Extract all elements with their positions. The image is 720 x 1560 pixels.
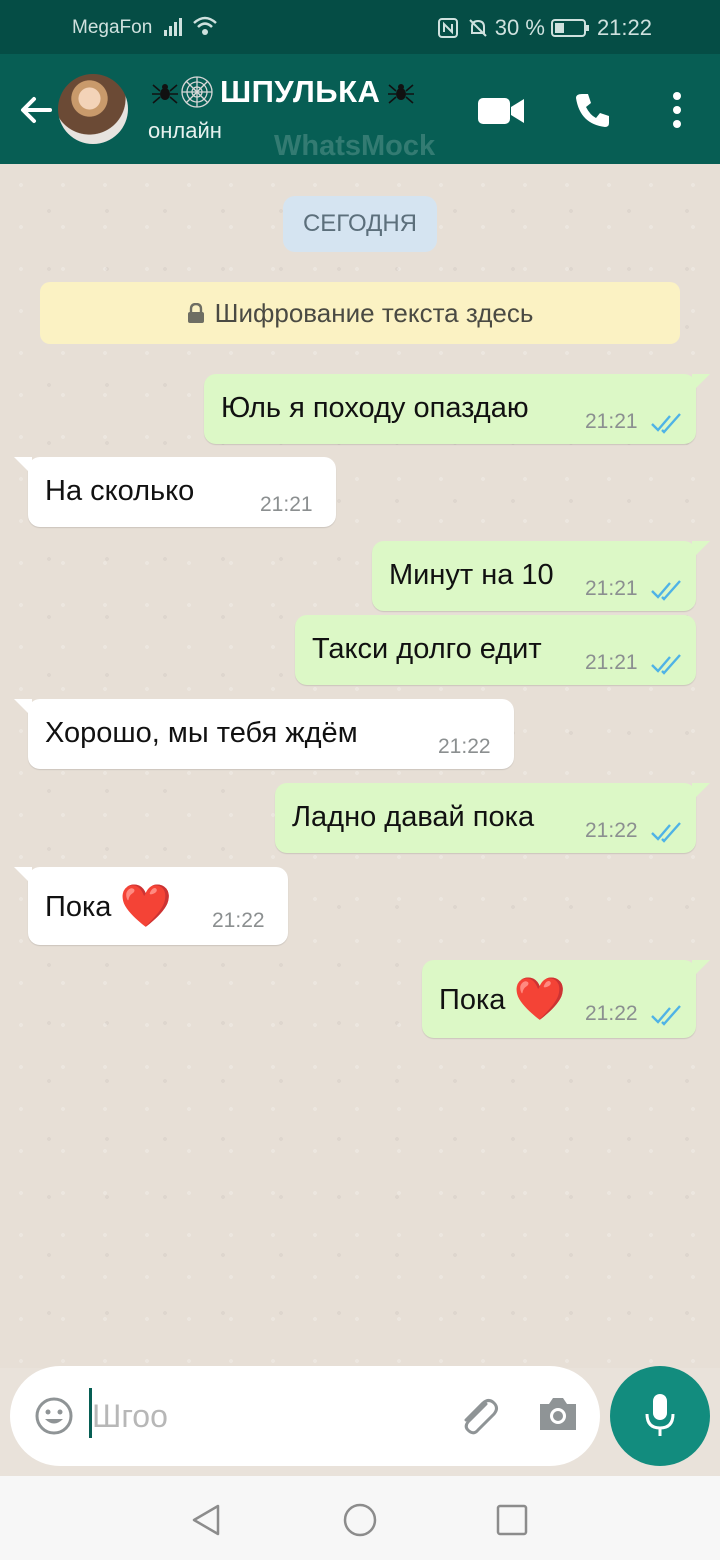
watermark: WhatsMock (274, 130, 436, 162)
carrier-label: MegaFon (72, 17, 153, 38)
spiderweb-icon (181, 76, 213, 108)
message-text: Пока ❤️ (439, 978, 566, 1020)
signal-icon (164, 18, 182, 36)
spider-icon (152, 84, 178, 104)
double-check-icon (651, 1005, 681, 1026)
message-bubble-incoming[interactable]: Пока ❤️ 21:22 (14, 867, 288, 945)
message-bubble-outgoing[interactable]: Пока ❤️ 21:22 (422, 960, 710, 1038)
mute-bell-icon (469, 19, 487, 37)
message-text: Минут на 10 (389, 559, 554, 591)
message-text: Пока ❤️ (45, 885, 172, 927)
message-time: 21:22 (212, 909, 265, 932)
message-text-word: Пока (439, 984, 506, 1016)
more-vert-icon[interactable] (665, 90, 689, 130)
system-nav-bar (0, 1476, 720, 1560)
battery-percent: 30 % (494, 15, 545, 40)
nfc-icon (437, 18, 458, 38)
encryption-notice[interactable]: Шифрование текста здесь (40, 282, 680, 344)
message-bubble-outgoing[interactable]: Минут на 10 21:21 (372, 541, 710, 611)
video-call-icon[interactable] (476, 90, 526, 130)
nav-back-icon[interactable] (186, 1500, 226, 1540)
message-bubble-incoming[interactable]: На сколько 21:21 (14, 457, 336, 527)
contact-status: онлайн (148, 118, 222, 143)
mic-icon (645, 1394, 675, 1436)
status-right: 30 % 21:22 (437, 15, 652, 41)
double-check-icon (651, 654, 681, 675)
message-time: 21:21 (585, 577, 638, 600)
message-text: Ладно давай пока (292, 801, 535, 833)
encryption-text: Шифрование текста здесь (214, 297, 534, 328)
date-chip: СЕГОДНЯ (283, 196, 437, 252)
status-bar: MegaFon 30 % 21:22 (0, 0, 720, 54)
emoji-icon[interactable] (34, 1396, 74, 1436)
battery-icon (550, 19, 589, 37)
message-bubble-outgoing[interactable]: Юль я походу опаздаю 21:21 (204, 374, 710, 444)
phone-icon[interactable] (567, 90, 617, 130)
message-text: На сколько (45, 475, 195, 507)
message-time: 21:21 (585, 651, 638, 674)
attach-icon[interactable] (456, 1394, 502, 1438)
nav-home-icon[interactable] (340, 1500, 380, 1540)
message-time: 21:21 (585, 410, 638, 433)
message-bubble-incoming[interactable]: Хорошо, мы тебя ждём 21:22 (14, 699, 514, 769)
lock-icon (187, 303, 204, 323)
message-text: Такси долго едит (312, 633, 542, 665)
message-bubble-outgoing[interactable]: Такси долго едит 21:21 (295, 615, 696, 685)
double-check-icon (651, 413, 681, 434)
contact-avatar[interactable] (58, 74, 128, 144)
wifi-icon (193, 16, 217, 35)
message-composer (10, 1366, 600, 1466)
heart-emoji: ❤️ (119, 882, 172, 929)
message-time: 21:22 (585, 819, 638, 842)
message-time: 21:22 (438, 735, 491, 758)
nav-recent-icon[interactable] (492, 1500, 532, 1540)
contact-name: ШПУЛЬКА (220, 74, 381, 109)
back-arrow-icon[interactable] (16, 90, 56, 130)
message-text-word: Пока (45, 891, 112, 923)
contact-title[interactable]: ШПУЛЬКА (150, 74, 416, 110)
mic-button[interactable] (610, 1366, 710, 1466)
double-check-icon (651, 580, 681, 601)
heart-emoji: ❤️ (513, 975, 566, 1022)
spider-icon (388, 84, 415, 104)
camera-icon[interactable] (536, 1394, 580, 1434)
message-text: Хорошо, мы тебя ждём (45, 717, 358, 749)
chat-header: ШПУЛЬКА онлайн WhatsMock (0, 54, 720, 164)
status-time: 21:22 (596, 15, 652, 40)
message-bubble-outgoing[interactable]: Ладно давай пока 21:22 (275, 783, 710, 853)
message-text: Юль я походу опаздаю (221, 392, 529, 424)
message-time: 21:21 (260, 493, 313, 516)
message-time: 21:22 (585, 1002, 638, 1025)
message-input[interactable] (92, 1388, 432, 1444)
double-check-icon (651, 822, 681, 843)
chat-area[interactable]: СЕГОДНЯ Шифрование текста здесь Юль я по… (0, 164, 720, 1368)
